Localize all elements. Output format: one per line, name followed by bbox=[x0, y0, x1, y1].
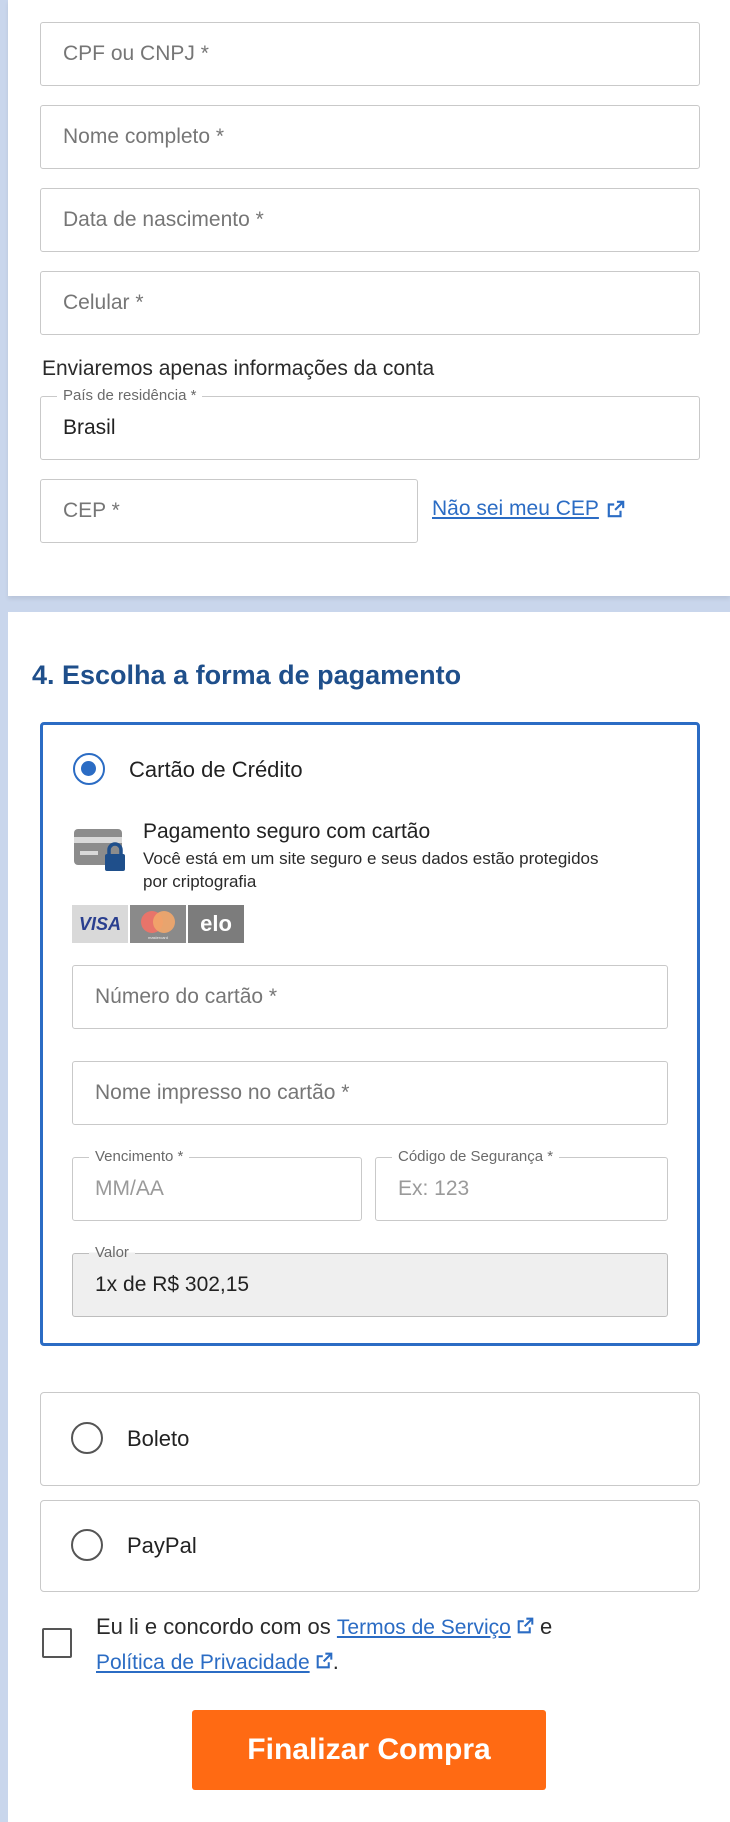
payment-section-title: 4. Escolha a forma de pagamento bbox=[32, 660, 462, 690]
external-link-icon bbox=[517, 1617, 534, 1634]
country-label: País de residência * bbox=[57, 387, 203, 404]
personal-info-card: CPF ou CNPJ * Nome completo * Data de na… bbox=[8, 0, 730, 596]
expiry-placeholder: MM/AA bbox=[95, 1177, 164, 1200]
security-code-placeholder: Ex: 123 bbox=[398, 1177, 470, 1200]
paypal-radio[interactable] bbox=[71, 1529, 103, 1561]
expiry-field[interactable]: Vencimento * MM/AA bbox=[72, 1148, 362, 1221]
card-holder-name-placeholder: Nome impresso no cartão * bbox=[95, 1081, 350, 1104]
privacy-policy-link[interactable]: Política de Privacidade bbox=[96, 1651, 310, 1674]
security-code-label: Código de Segurança * bbox=[392, 1148, 560, 1165]
credit-card-label: Cartão de Crédito bbox=[129, 757, 303, 782]
boleto-radio[interactable] bbox=[71, 1422, 103, 1454]
secure-card-icon bbox=[74, 829, 125, 871]
mastercard-circles-icon: mastercard bbox=[141, 911, 175, 940]
external-link-icon bbox=[607, 500, 625, 518]
cep-help-link[interactable]: Não sei meu CEP bbox=[432, 497, 625, 521]
terms-of-service-link[interactable]: Termos de Serviço bbox=[337, 1616, 511, 1639]
secure-payment-title: Pagamento seguro com cartão bbox=[143, 820, 431, 843]
terms-text: Eu li e concordo com os Termos de Serviç… bbox=[96, 1610, 696, 1680]
amount-value: 1x de R$ 302,15 bbox=[95, 1273, 250, 1296]
external-link-icon bbox=[316, 1652, 333, 1669]
phone-helper-text: Enviaremos apenas informações da conta bbox=[42, 357, 435, 380]
full-name-field[interactable]: Nome completo * bbox=[40, 105, 700, 169]
credit-card-radio[interactable] bbox=[73, 753, 105, 785]
country-value: Brasil bbox=[63, 416, 116, 439]
cpf-field[interactable]: CPF ou CNPJ * bbox=[40, 22, 700, 86]
elo-logo: elo bbox=[188, 905, 244, 943]
terms-suffix: . bbox=[332, 1649, 339, 1674]
phone-placeholder: Celular * bbox=[63, 291, 144, 314]
mastercard-logo: mastercard bbox=[130, 905, 186, 943]
amount-label: Valor bbox=[89, 1244, 135, 1261]
paypal-label: PayPal bbox=[127, 1533, 197, 1558]
terms-checkbox[interactable] bbox=[42, 1628, 72, 1658]
terms-prefix: Eu li e concordo com os bbox=[96, 1614, 337, 1639]
phone-field[interactable]: Celular * bbox=[40, 271, 700, 335]
finalize-purchase-button[interactable]: Finalizar Compra bbox=[192, 1710, 546, 1790]
payment-option-credit-card[interactable]: Cartão de Crédito Pagamento seguro com c… bbox=[40, 722, 700, 1346]
cep-help-link-label: Não sei meu CEP bbox=[432, 497, 599, 520]
card-brands: VISA mastercard elo bbox=[72, 905, 244, 943]
security-code-field[interactable]: Código de Segurança * Ex: 123 bbox=[375, 1148, 668, 1221]
expiry-label: Vencimento * bbox=[89, 1148, 190, 1165]
card-number-placeholder: Número do cartão * bbox=[95, 985, 278, 1008]
boleto-label: Boleto bbox=[127, 1426, 190, 1451]
birth-date-placeholder: Data de nascimento * bbox=[63, 208, 264, 231]
birth-date-field[interactable]: Data de nascimento * bbox=[40, 188, 700, 252]
amount-field: Valor 1x de R$ 302,15 bbox=[72, 1244, 668, 1317]
payment-option-boleto[interactable]: Boleto bbox=[40, 1392, 700, 1486]
cep-field[interactable]: CEP * bbox=[40, 479, 418, 543]
terms-middle: e bbox=[533, 1614, 553, 1639]
card-holder-name-field[interactable]: Nome impresso no cartão * bbox=[72, 1061, 668, 1125]
country-select[interactable]: País de residência * Brasil bbox=[40, 387, 700, 460]
full-name-placeholder: Nome completo * bbox=[63, 125, 225, 148]
visa-logo: VISA bbox=[72, 905, 128, 943]
svg-text:mastercard: mastercard bbox=[148, 935, 168, 940]
cep-placeholder: CEP * bbox=[63, 499, 120, 522]
cpf-placeholder: CPF ou CNPJ * bbox=[63, 42, 209, 65]
payment-option-paypal[interactable]: PayPal bbox=[40, 1500, 700, 1592]
secure-payment-description: Você está em um site seguro e seus dados… bbox=[143, 849, 599, 891]
card-number-field[interactable]: Número do cartão * bbox=[72, 965, 668, 1029]
